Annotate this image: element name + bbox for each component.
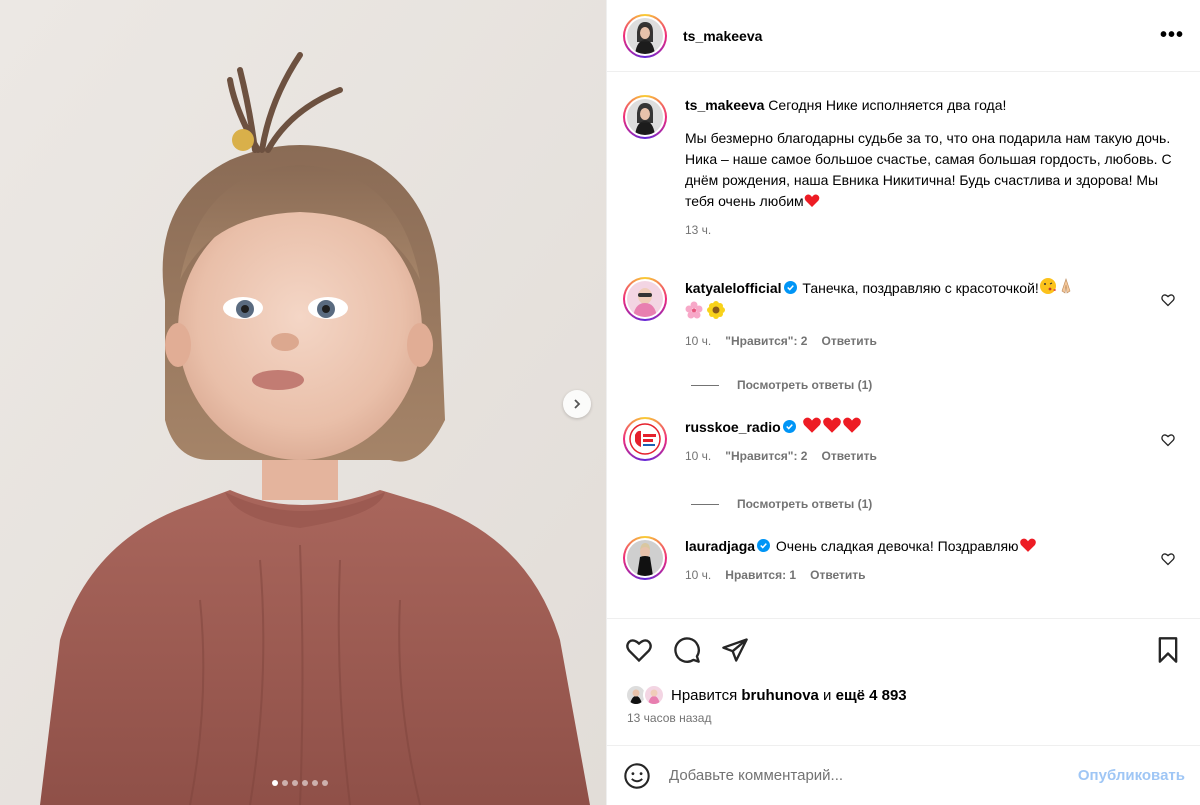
post-header: ts_makeeva ••• <box>607 0 1200 72</box>
russkoe-radio-logo <box>627 421 663 457</box>
author-avatar[interactable] <box>623 13 667 58</box>
comment-reply-button[interactable]: Ответить <box>821 331 876 352</box>
comment-icon[interactable] <box>673 636 701 664</box>
carousel-next-button[interactable] <box>563 390 591 418</box>
comment-time: 10 ч. <box>685 334 712 348</box>
red-heart-icon <box>1019 538 1037 559</box>
caption-username[interactable]: ts_makeeva <box>685 97 764 113</box>
face-blowing-kiss-icon <box>1039 277 1057 301</box>
comment-item: lauradjaga Очень сладкая девочка! Поздра… <box>623 536 1183 586</box>
view-replies-button[interactable]: Посмотреть ответы (1) <box>691 378 872 392</box>
verified-badge-icon <box>782 420 796 433</box>
bookmark-icon[interactable] <box>1154 636 1182 664</box>
carousel-dot <box>282 780 288 786</box>
author-username[interactable]: ts_makeeva <box>683 28 762 44</box>
avatar-image <box>627 99 663 135</box>
carousel-dot <box>322 780 328 786</box>
post-photo[interactable] <box>0 0 606 805</box>
post-caption: ts_makeeva Сегодня Нике исполняется два … <box>623 95 1183 241</box>
comment-time: 10 ч. <box>685 449 712 463</box>
avatar-image <box>627 281 663 317</box>
cherry-blossom-icon <box>685 301 703 325</box>
publish-button[interactable]: Опубликовать <box>1078 767 1185 784</box>
liker-avatars <box>625 684 671 706</box>
comment-likes-link[interactable]: "Нравится": 2 <box>725 331 807 352</box>
comment-like-heart-icon[interactable] <box>1161 293 1175 307</box>
comment-text: Очень сладкая девочка! Поздравляю <box>775 538 1019 554</box>
commenter-avatar[interactable] <box>623 277 667 321</box>
emoji-picker-icon[interactable] <box>623 762 651 790</box>
carousel-dot <box>272 780 278 786</box>
view-replies-label: Посмотреть ответы (1) <box>737 497 873 511</box>
comment-username[interactable]: russkoe_radio <box>685 419 781 435</box>
comment-reply-button[interactable]: Ответить <box>821 446 876 467</box>
comment-input[interactable] <box>669 767 1078 784</box>
verified-badge-icon <box>783 281 797 294</box>
chevron-right-icon <box>574 399 581 409</box>
share-icon[interactable] <box>721 636 749 664</box>
commenter-avatar[interactable] <box>623 417 667 461</box>
heart-icon[interactable] <box>625 636 653 664</box>
caption-body: Мы безмерно благодарны судьбе за то, что… <box>685 130 1172 209</box>
caption-author-avatar[interactable] <box>623 95 667 139</box>
posted-time: 13 часов назад <box>627 711 712 725</box>
avatar-image <box>627 17 663 54</box>
comment-text: Танечка, поздравляю с красоточкой! <box>802 280 1039 296</box>
caption-time: 13 ч. <box>685 223 712 237</box>
instagram-post-modal: ts_makeeva ••• ts_makeeva Сегодня Нике и… <box>0 0 1200 805</box>
comment-reply-button[interactable]: Ответить <box>810 565 865 586</box>
comment-like-heart-icon[interactable] <box>1161 552 1175 566</box>
child-photo-illustration <box>0 0 606 805</box>
caption-first-line: Сегодня Нике исполняется два года! <box>768 97 1007 113</box>
likes-summary: Нравится bruhunova и ещё 4 893 <box>625 684 907 706</box>
red-heart-icon <box>822 417 842 440</box>
comments-scroll-area[interactable]: ts_makeeva Сегодня Нике исполняется два … <box>607 73 1200 617</box>
red-heart-icon <box>802 417 822 440</box>
comment-likes-link[interactable]: "Нравится": 2 <box>725 446 807 467</box>
likes-and: и <box>823 686 832 704</box>
view-replies-label: Посмотреть ответы (1) <box>737 378 873 392</box>
red-heart-icon <box>842 417 862 440</box>
post-side-panel: ts_makeeva ••• ts_makeeva Сегодня Нике и… <box>606 0 1200 805</box>
comment-item: katyalelofficial Танечка, поздравляю с к… <box>623 277 1183 352</box>
carousel-dot <box>302 780 308 786</box>
carousel-dot <box>292 780 298 786</box>
more-horizontal-icon[interactable]: ••• <box>1160 24 1184 47</box>
view-replies-button[interactable]: Посмотреть ответы (1) <box>691 497 872 511</box>
verified-badge-icon <box>757 539 771 552</box>
comment-like-heart-icon[interactable] <box>1161 433 1175 447</box>
comment-likes-link[interactable]: Нравится: 1 <box>725 565 796 586</box>
add-comment-bar: Опубликовать <box>607 745 1200 805</box>
comment-time: 10 ч. <box>685 568 712 582</box>
folded-hands-icon <box>1057 277 1075 301</box>
likes-prefix: Нравится <box>671 686 738 704</box>
comment-item: russkoe_radio 10 ч. "Нравится": 2 Ответить <box>623 417 1183 467</box>
likes-count[interactable]: ещё 4 893 <box>836 687 907 704</box>
post-actions-bar <box>607 618 1200 680</box>
carousel-indicator <box>272 780 328 786</box>
carousel-dot <box>312 780 318 786</box>
comment-username[interactable]: katyalelofficial <box>685 280 782 296</box>
red-heart-icon <box>804 193 820 214</box>
avatar-image <box>627 540 663 576</box>
comment-username[interactable]: lauradjaga <box>685 538 755 554</box>
liker-username[interactable]: bruhunova <box>741 687 819 704</box>
sunflower-icon <box>706 301 725 325</box>
commenter-avatar[interactable] <box>623 536 667 580</box>
